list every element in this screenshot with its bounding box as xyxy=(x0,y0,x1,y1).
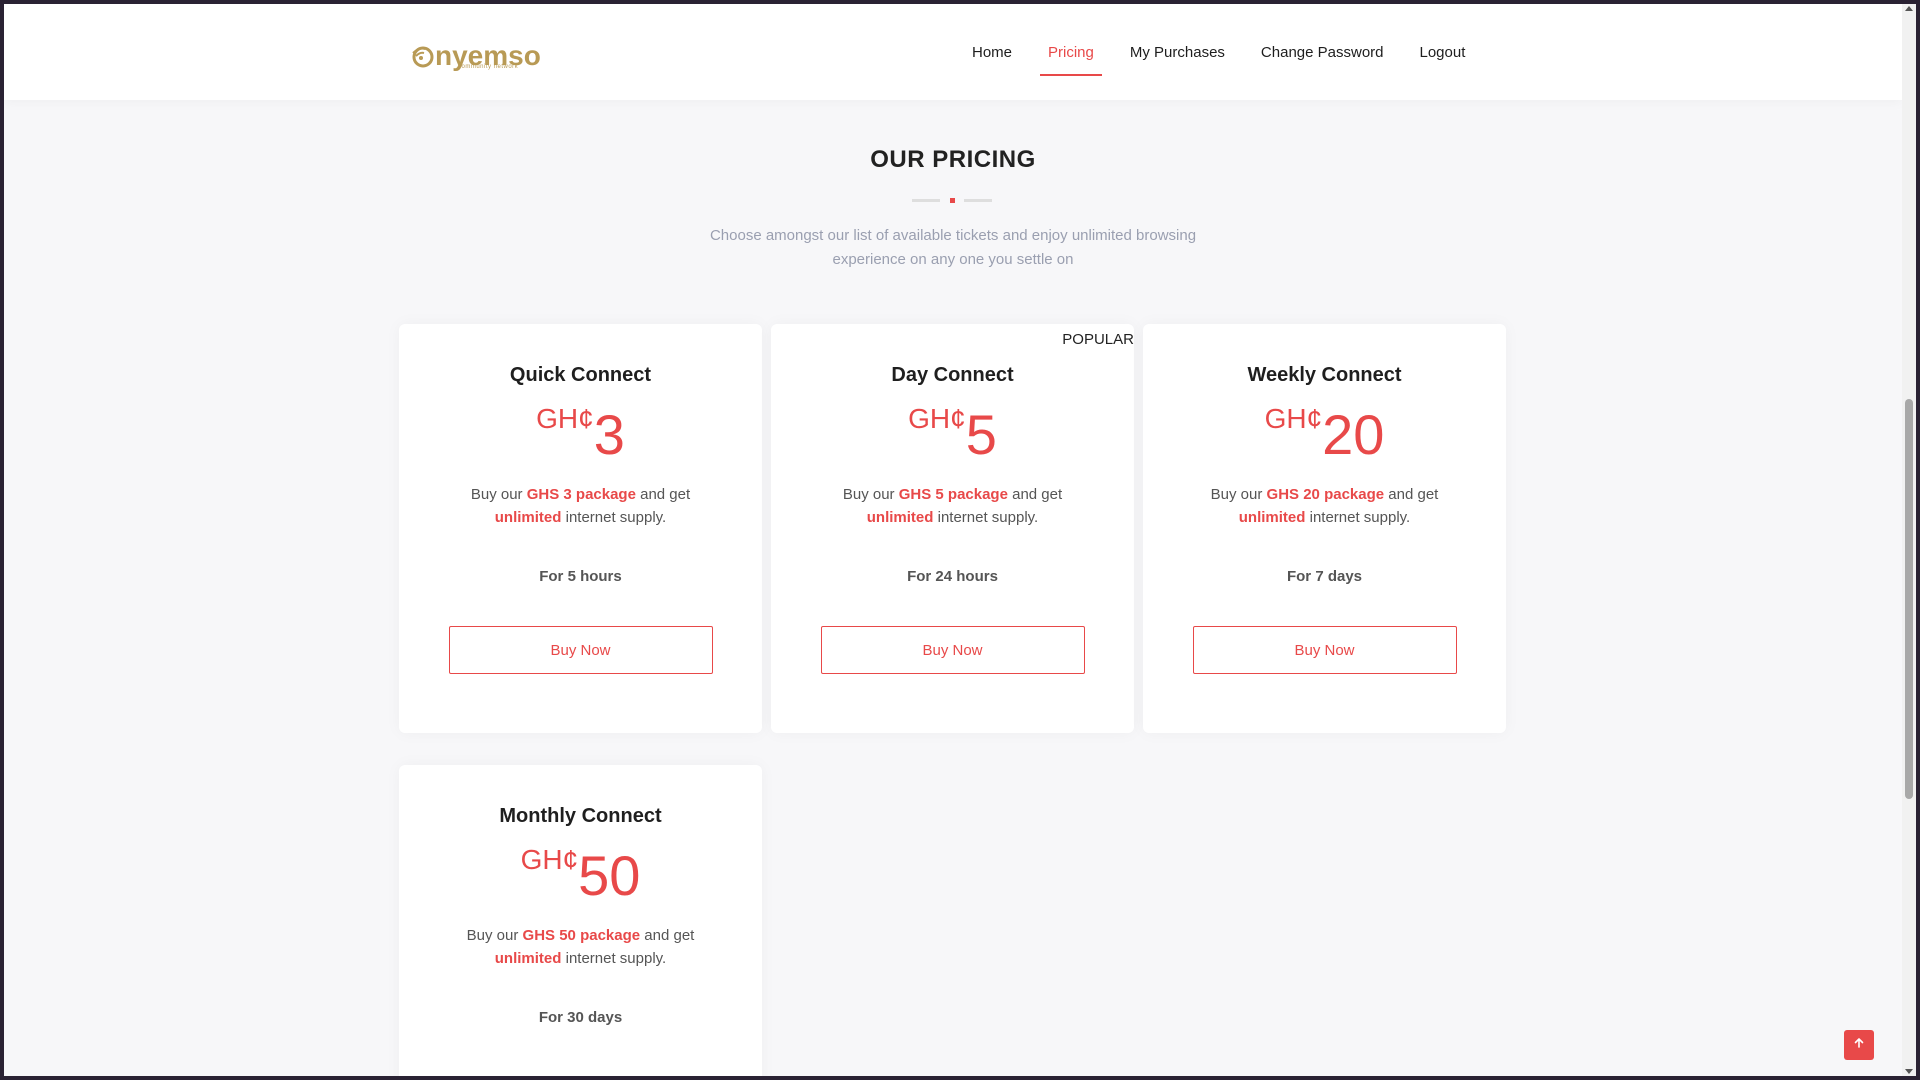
brand-tagline: community network xyxy=(458,64,519,70)
price-amount: 5 xyxy=(965,403,997,466)
price-amount: 3 xyxy=(593,403,625,466)
nav-logout[interactable]: Logout xyxy=(1412,4,1474,100)
scrollbar-thumb[interactable] xyxy=(1905,399,1913,799)
nav-pricing[interactable]: Pricing xyxy=(1040,4,1102,100)
nav-change-password[interactable]: Change Password xyxy=(1253,4,1392,100)
brand-logo[interactable]: nyemso community network xyxy=(410,38,541,74)
plan-duration: For 24 hours xyxy=(907,568,998,585)
back-to-top-button[interactable] xyxy=(1844,1030,1874,1060)
plan-price: GH¢ 5 xyxy=(771,401,1134,463)
plan-duration: For 5 hours xyxy=(539,568,622,585)
plan-description: Buy our GHS 50 package and get unlimited… xyxy=(466,927,695,967)
wifi-logo-icon xyxy=(410,44,434,68)
price-amount: 20 xyxy=(1322,403,1385,466)
price-amount: 50 xyxy=(578,844,641,907)
pricing-card-monthly-connect: Monthly Connect GH¢ 50 Buy our GHS 50 pa… xyxy=(399,765,762,1076)
plan-description: Buy our GHS 5 package and get unlimited … xyxy=(842,486,1063,526)
price-currency: GH¢ xyxy=(536,403,594,434)
buy-now-button[interactable]: Buy Now xyxy=(820,626,1085,674)
scroll-down-icon[interactable] xyxy=(1905,1069,1913,1074)
page-scrollbar[interactable] xyxy=(1902,4,1916,1076)
plan-price: GH¢ 20 xyxy=(1143,401,1506,463)
plan-name: Quick Connect xyxy=(509,364,652,386)
pricing-card-weekly-connect: Weekly Connect GH¢ 20 Buy our GHS 20 pac… xyxy=(1143,324,1506,733)
plan-description: Buy our GHS 3 package and get unlimited … xyxy=(470,486,691,526)
plan-duration: For 30 days xyxy=(538,1009,623,1026)
site-header: nyemso community network Home Pricing My… xyxy=(4,4,1902,100)
plan-price: GH¢ 50 xyxy=(399,842,762,904)
price-currency: GH¢ xyxy=(908,403,966,434)
title-divider xyxy=(4,197,1902,203)
arrow-up-icon xyxy=(1853,1036,1865,1054)
plan-price: GH¢ 3 xyxy=(399,401,762,463)
plan-name: Day Connect xyxy=(891,364,1014,386)
price-currency: GH¢ xyxy=(520,844,579,875)
nav-home[interactable]: Home xyxy=(964,4,1020,100)
buy-now-button[interactable]: Buy Now xyxy=(1192,626,1457,674)
nav-my-purchases[interactable]: My Purchases xyxy=(1122,4,1233,100)
plan-name: Monthly Connect xyxy=(499,805,662,827)
pricing-card-quick-connect: Quick Connect GH¢ 3 Buy our GHS 3 packag… xyxy=(399,324,762,733)
buy-now-button[interactable]: Buy Now xyxy=(448,626,713,674)
section-description: Choose amongst our list of available tic… xyxy=(709,227,1197,268)
plan-duration: For 7 days xyxy=(1286,568,1363,585)
price-currency: GH¢ xyxy=(1264,403,1323,434)
browser-viewport: nyemso community network Home Pricing My… xyxy=(4,4,1902,1076)
section-title: OUR PRICING xyxy=(870,146,1036,173)
popular-badge: POPULAR xyxy=(1062,331,1134,348)
scroll-up-icon[interactable] xyxy=(1905,6,1913,11)
pricing-card-day-connect: POPULAR Day Connect GH¢ 5 Buy our GHS 5 … xyxy=(771,324,1134,733)
plan-name: Weekly Connect xyxy=(1247,364,1402,386)
main-nav: Home Pricing My Purchases Change Passwor… xyxy=(964,4,1473,100)
plan-description: Buy our GHS 20 package and get unlimited… xyxy=(1210,486,1439,526)
